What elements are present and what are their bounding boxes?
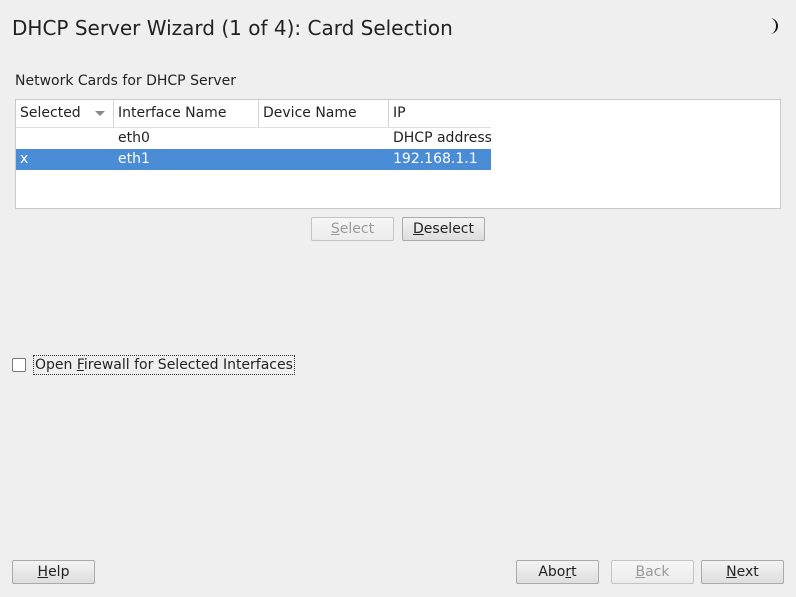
cell-ip: 192.168.1.1 — [393, 151, 478, 167]
column-header-ip[interactable]: IP — [389, 100, 491, 127]
button-label: elect — [339, 221, 375, 237]
button-label: eselect — [423, 221, 474, 237]
column-label: Selected — [20, 105, 81, 121]
network-cards-table[interactable]: Selected Interface Name Device Name IP e… — [15, 99, 781, 209]
column-header-device-name[interactable]: Device Name — [259, 100, 389, 127]
abort-button[interactable]: Abort — [516, 560, 599, 584]
cell-ip: DHCP address — [393, 130, 491, 146]
button-label: t — [571, 564, 577, 580]
select-button[interactable]: Select — [311, 217, 394, 241]
table-row[interactable]: eth0 DHCP address — [16, 128, 491, 149]
crescent-moon-icon[interactable] — [764, 17, 780, 35]
window-title: DHCP Server Wizard (1 of 4): Card Select… — [12, 16, 453, 40]
help-button[interactable]: Help — [12, 560, 95, 584]
mnemonic: F — [76, 357, 84, 373]
column-header-selected[interactable]: Selected — [16, 100, 114, 127]
column-header-interface-name[interactable]: Interface Name — [114, 100, 259, 127]
mnemonic: H — [37, 564, 49, 580]
button-label: elp — [48, 564, 70, 580]
mnemonic: N — [726, 564, 737, 580]
back-button[interactable]: Back — [611, 560, 694, 584]
cell-interface: eth0 — [118, 130, 150, 146]
deselect-button[interactable]: Deselect — [402, 217, 485, 241]
cell-device — [259, 128, 389, 149]
cell-selected — [16, 128, 114, 149]
button-label: ext — [736, 564, 759, 580]
button-label: ack — [645, 564, 670, 580]
cell-device — [259, 149, 389, 170]
mnemonic: S — [330, 221, 340, 237]
cell-selected: x — [20, 151, 29, 167]
mnemonic: D — [413, 221, 424, 237]
open-firewall-option[interactable]: Open Firewall for Selected Interfaces — [12, 355, 295, 375]
open-firewall-label[interactable]: Open Firewall for Selected Interfaces — [33, 355, 295, 375]
triangle-down-icon — [95, 111, 105, 116]
table-row[interactable]: x eth1 192.168.1.1 — [16, 149, 491, 170]
network-cards-label: Network Cards for DHCP Server — [15, 73, 236, 89]
open-firewall-checkbox[interactable] — [12, 358, 26, 372]
table-header: Selected Interface Name Device Name IP — [16, 100, 491, 128]
label-text: irewall for Selected Interfaces — [83, 357, 293, 373]
button-label: Abo — [538, 564, 566, 580]
mnemonic: B — [635, 564, 646, 580]
label-text: Open — [35, 357, 77, 373]
next-button[interactable]: Next — [701, 560, 784, 584]
cell-interface: eth1 — [118, 151, 150, 167]
